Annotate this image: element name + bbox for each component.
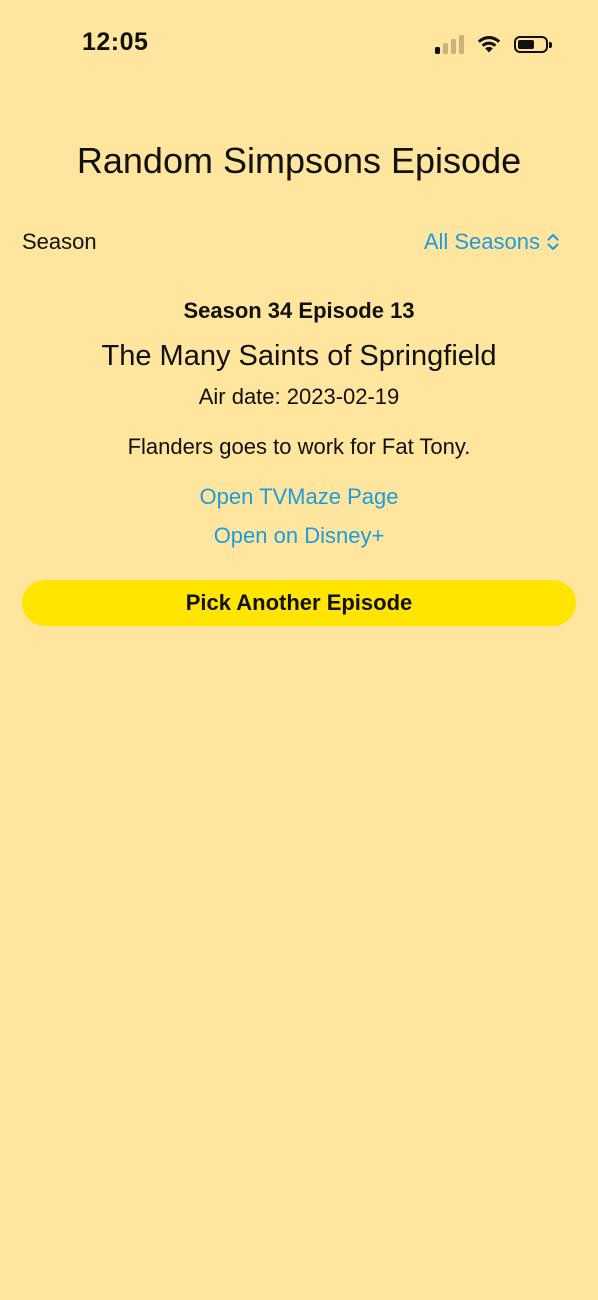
cellular-signal-icon [435, 34, 464, 54]
wifi-icon [477, 36, 501, 53]
pick-another-episode-button[interactable]: Pick Another Episode [22, 580, 576, 626]
episode-details: Season 34 Episode 13 The Many Saints of … [0, 296, 598, 551]
season-filter-row: Season All Seasons [22, 226, 560, 258]
status-icons [435, 32, 552, 56]
season-label: Season [22, 229, 97, 254]
open-disney-link[interactable]: Open on Disney+ [0, 521, 598, 551]
page-title: Random Simpsons Episode [76, 140, 522, 181]
battery-icon [514, 35, 552, 53]
status-bar: 12:05 [0, 0, 598, 90]
battery-level [518, 39, 534, 49]
episode-air-date: Air date: 2023-02-19 [198, 384, 400, 409]
season-picker-value: All Seasons [423, 229, 540, 254]
episode-title: The Many Saints of Springfield [101, 340, 497, 372]
season-picker[interactable]: All Seasons [424, 229, 560, 255]
status-time: 12:05 [82, 28, 149, 56]
chevron-up-down-icon [547, 234, 559, 250]
open-tvmaze-link[interactable]: Open TVMaze Page [0, 482, 598, 512]
episode-summary: Flanders goes to work for Fat Tony. [127, 434, 471, 459]
episode-number: Season 34 Episode 13 [183, 298, 415, 323]
